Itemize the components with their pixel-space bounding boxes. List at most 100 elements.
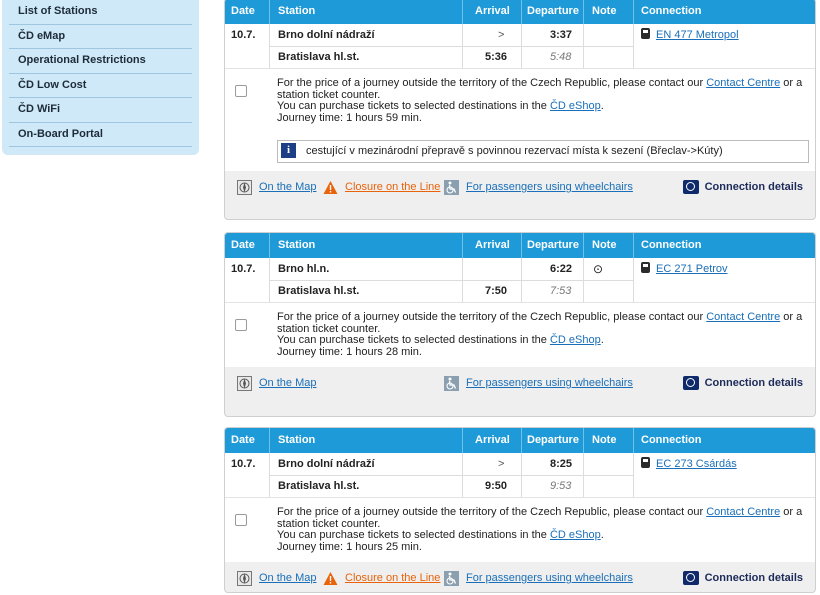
header-connection: Connection	[641, 5, 702, 17]
table-header: Date Station Arrival Departure Note Conn…	[225, 0, 815, 24]
from-arrival: >	[498, 458, 505, 470]
map-icon	[237, 180, 252, 195]
train-link[interactable]: EC 271 Petrov	[641, 262, 728, 275]
connection-block: Date Station Arrival Departure Note Conn…	[224, 0, 816, 220]
magnifier-icon	[682, 571, 699, 586]
sidebar-item-cd-wifi[interactable]: ČD WiFi	[9, 98, 192, 123]
price-text: For the price of a journey outside the t…	[277, 77, 803, 124]
header-station: Station	[278, 239, 316, 251]
notice-text: cestující v mezinárodní přepravě s povin…	[306, 145, 723, 157]
journey-time: Journey time: 1 hours 28 min.	[277, 345, 422, 358]
connection-details-link[interactable]: Connection details	[682, 180, 803, 196]
to-departure: 5:48	[550, 51, 572, 63]
price-info: For the price of a journey outside the t…	[225, 68, 815, 171]
train-icon	[641, 28, 650, 39]
header-note: Note	[592, 434, 617, 446]
train-link[interactable]: EN 477 Metropol	[641, 28, 739, 41]
connection-block: Date Station Arrival Departure Note Conn…	[224, 232, 816, 417]
header-connection: Connection	[641, 434, 702, 446]
from-station: Brno hl.n.	[278, 263, 330, 275]
journey-time: Journey time: 1 hours 25 min.	[277, 540, 422, 553]
from-station: Brno dolní nádraží	[278, 458, 375, 470]
from-departure: 3:37	[550, 29, 573, 41]
select-checkbox[interactable]	[235, 514, 247, 526]
eshop-link[interactable]: ČD eShop	[550, 334, 601, 346]
schedule-rows: 10.7. Brno dolní nádraží > 8:25 EC 273 C…	[225, 453, 815, 497]
select-checkbox[interactable]	[235, 319, 247, 331]
header-date: Date	[231, 5, 255, 17]
sidebar-item-list-of-stations[interactable]: List of Stations	[9, 0, 192, 25]
connection-footer: On the Map For passengers using wheelcha…	[225, 367, 815, 400]
contact-centre-link[interactable]: Contact Centre	[706, 506, 780, 518]
table-header: Date Station Arrival Departure Note Conn…	[225, 428, 815, 453]
header-note: Note	[592, 239, 617, 251]
journey-time: Journey time: 1 hours 59 min.	[277, 111, 422, 124]
sidebar-item-cd-emap[interactable]: ČD eMap	[9, 25, 192, 49]
to-arrival: 9:50	[485, 480, 508, 492]
date-cell: 10.7.	[231, 263, 256, 275]
to-arrival: 5:36	[485, 51, 508, 63]
schedule-rows: 10.7. Brno hl.n. 6:22 ⊙ EC 271 Petrov Br…	[225, 258, 815, 302]
from-station: Brno dolní nádraží	[278, 29, 375, 41]
connection-details-link[interactable]: Connection details	[682, 376, 803, 392]
header-arrival: Arrival	[475, 239, 510, 251]
header-departure: Departure	[527, 434, 579, 446]
header-arrival: Arrival	[475, 5, 510, 17]
wheelchair-icon	[444, 180, 459, 195]
sidebar-item-cd-low-cost[interactable]: ČD Low Cost	[9, 74, 192, 98]
header-connection: Connection	[641, 239, 702, 251]
contact-centre-link[interactable]: Contact Centre	[706, 311, 780, 323]
sidebar: List of Stations ČD eMap Operational Res…	[2, 0, 199, 155]
price-text: For the price of a journey outside the t…	[277, 311, 803, 358]
to-station: Bratislava hl.st.	[278, 285, 360, 297]
connection-footer: On the Map Closure on the Line For passe…	[225, 171, 815, 204]
train-name[interactable]: EC 271 Petrov	[656, 263, 728, 275]
sidebar-item-on-board-portal[interactable]: On-Board Portal	[9, 123, 192, 147]
wheelchair-icon	[444, 376, 459, 391]
price-info: For the price of a journey outside the t…	[225, 497, 815, 562]
train-name[interactable]: EC 273 Csárdás	[656, 458, 737, 470]
connection-details-link[interactable]: Connection details	[682, 571, 803, 587]
warning-icon	[323, 572, 338, 585]
train-icon	[641, 457, 650, 468]
header-note: Note	[592, 5, 617, 17]
to-station: Bratislava hl.st.	[278, 51, 360, 63]
train-link[interactable]: EC 273 Csárdás	[641, 457, 737, 470]
magnifier-icon	[682, 180, 699, 195]
header-departure: Departure	[527, 5, 579, 17]
eshop-link[interactable]: ČD eShop	[550, 529, 601, 541]
map-icon	[237, 376, 252, 391]
contact-centre-link[interactable]: Contact Centre	[706, 77, 780, 89]
connection-block: Date Station Arrival Departure Note Conn…	[224, 427, 816, 593]
train-name[interactable]: EN 477 Metropol	[656, 29, 739, 41]
from-departure: 8:25	[550, 458, 573, 470]
map-icon	[237, 571, 252, 586]
to-station: Bratislava hl.st.	[278, 480, 360, 492]
price-info: For the price of a journey outside the t…	[225, 302, 815, 367]
from-departure: 6:22	[550, 263, 573, 275]
info-icon: i	[281, 143, 296, 158]
connection-footer: On the Map Closure on the Line For passe…	[225, 562, 815, 595]
header-departure: Departure	[527, 239, 579, 251]
schedule-rows: 10.7. Brno dolní nádraží > 3:37 EN 477 M…	[225, 24, 815, 68]
date-cell: 10.7.	[231, 29, 256, 41]
select-checkbox[interactable]	[235, 85, 247, 97]
price-text: For the price of a journey outside the t…	[277, 506, 803, 553]
sidebar-item-operational-restrictions[interactable]: Operational Restrictions	[9, 49, 192, 74]
wheelchair-icon	[444, 571, 459, 586]
header-arrival: Arrival	[475, 434, 510, 446]
train-icon	[641, 262, 650, 273]
warning-icon	[323, 181, 338, 194]
table-header: Date Station Arrival Departure Note Conn…	[225, 233, 815, 258]
reservation-notice: i cestující v mezinárodní přepravě s pov…	[277, 140, 809, 163]
eshop-link[interactable]: ČD eShop	[550, 100, 601, 112]
header-date: Date	[231, 239, 255, 251]
header-station: Station	[278, 5, 316, 17]
note-symbol[interactable]: ⊙	[593, 262, 603, 276]
date-cell: 10.7.	[231, 458, 256, 470]
from-arrival: >	[498, 29, 505, 41]
to-arrival: 7:50	[485, 285, 508, 297]
magnifier-icon	[682, 376, 699, 391]
to-departure: 9:53	[550, 480, 572, 492]
header-date: Date	[231, 434, 255, 446]
